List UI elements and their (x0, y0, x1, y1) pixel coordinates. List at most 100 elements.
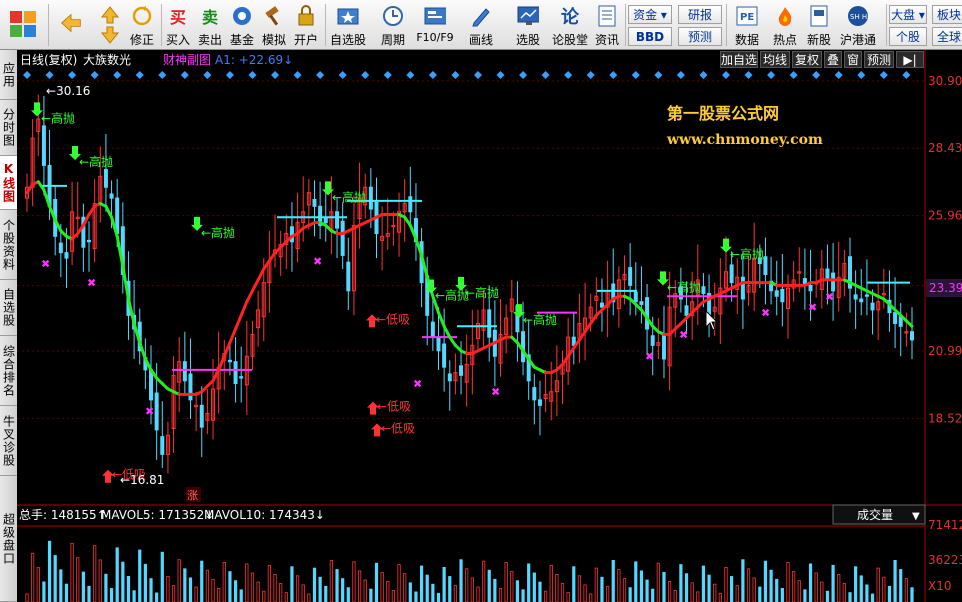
volume-bar (775, 578, 779, 602)
volume-bar (741, 559, 745, 602)
news-button[interactable]: 资讯 (592, 2, 622, 48)
volume-bar (374, 562, 379, 602)
candle-body (160, 436, 165, 455)
candle-body (408, 196, 413, 213)
hot-button[interactable]: 热点 (769, 2, 801, 48)
f10-button[interactable]: F10/F9 (415, 2, 455, 48)
candle-body (628, 267, 633, 286)
adjust-button[interactable]: 复权 (792, 51, 822, 68)
menu-button[interactable] (6, 2, 40, 48)
volume-mavol10: MAVOL10: 174343↓ (204, 508, 325, 522)
volume-indicator-label: 成交量 (857, 507, 893, 522)
window-button[interactable]: 窗 (844, 51, 862, 68)
new-stock-icon (808, 5, 830, 27)
volume-bar (769, 569, 773, 602)
current-price-tag: 23.39 (929, 281, 962, 295)
pen-icon (470, 5, 492, 27)
expand-button[interactable]: ▶| (896, 51, 924, 68)
side-tab-ranking[interactable]: 综合排名 (0, 336, 17, 406)
volume-bar (233, 580, 238, 602)
volume-bar (143, 563, 147, 602)
volume-bar (419, 565, 424, 602)
side-tab-watchlist[interactable]: 自选股 (0, 280, 17, 336)
open-account-button[interactable]: 开户 (292, 2, 320, 48)
buy-button[interactable]: 买 买入 (164, 2, 192, 48)
overlay-button[interactable]: 叠 (824, 51, 842, 68)
magenta-x-marker: ✖ (491, 386, 500, 399)
volume-bar (42, 581, 46, 602)
candle-body (459, 365, 464, 376)
candle-body (870, 302, 875, 311)
candle-body (763, 256, 768, 275)
candle-body (825, 268, 830, 281)
volume-bar (228, 571, 232, 602)
stock-screen-button[interactable]: 选股 (508, 2, 548, 48)
side-tab-diagnosis[interactable]: 牛叉诊股 (0, 406, 17, 476)
candle-body (774, 290, 779, 297)
candle-body (910, 331, 914, 341)
candle-body (633, 291, 638, 303)
buy-signal-label: ←低吸 (377, 400, 411, 414)
candle-body (41, 125, 46, 166)
research-button[interactable]: 研报 (678, 5, 722, 24)
sector-button[interactable]: 板块 (932, 5, 962, 24)
zijin-button[interactable]: 资金 ▾ (628, 5, 672, 24)
side-tab-intraday[interactable]: 分时图 (0, 100, 17, 156)
fix-button[interactable]: 修正 (128, 2, 156, 48)
volume-bar (183, 568, 187, 602)
volume-bar (600, 576, 604, 602)
volume-bar (825, 590, 830, 602)
draw-line-button[interactable]: 画线 (462, 2, 500, 48)
data-button[interactable]: PE 数据 (729, 2, 765, 48)
svg-text:SH HK: SH HK (850, 13, 869, 21)
volume-mavol5: MAVOL5: 171352↓ (101, 508, 214, 522)
sell-signal-label: ←高抛 (465, 285, 499, 300)
volume-bar (87, 585, 91, 602)
predict-button[interactable]: 预测 (864, 51, 894, 68)
back-button[interactable] (55, 2, 87, 48)
single-stock-button[interactable]: 个股 (889, 27, 927, 46)
sell-button[interactable]: 卖 卖出 (196, 2, 224, 48)
candle-body (188, 373, 193, 401)
candle-body (149, 369, 154, 401)
up-down-button[interactable] (96, 2, 124, 48)
candle-body (532, 387, 537, 401)
kline-chart[interactable]: 日线(复权) 大族数光 财神副图 A1: +22.69↓ ←高抛←高抛←高抛←高… (17, 50, 962, 602)
volume-bar (109, 588, 114, 602)
volume-bar (645, 579, 649, 602)
candle-body (893, 312, 898, 325)
global-button[interactable]: 全球 (932, 27, 962, 46)
volume-bar (893, 559, 897, 602)
watchlist-button[interactable]: 自选股 (329, 2, 367, 48)
fund-button[interactable]: 基金 (228, 2, 256, 48)
limit-up-badge: 涨 (187, 489, 198, 502)
candle-body (335, 211, 340, 229)
volume-bar (639, 570, 644, 602)
new-stock-button[interactable]: 新股 (803, 2, 835, 48)
volume-bar (763, 560, 768, 602)
forecast-button[interactable]: 预测 (678, 27, 722, 46)
volume-bar (335, 569, 339, 602)
candle-body (340, 220, 345, 256)
add-watchlist-button[interactable]: 加自选 (720, 51, 758, 68)
svg-text:PE: PE (740, 12, 754, 23)
zijin-label: 资金 (633, 8, 658, 22)
side-tab-orderbook[interactable]: 超级盘口 (0, 476, 17, 602)
data-label: 数据 (734, 33, 759, 47)
index-button[interactable]: 大盘 ▾ (889, 5, 927, 24)
side-tab-apps[interactable]: 应用 (0, 50, 17, 100)
candle-body (312, 198, 317, 207)
simulate-button[interactable]: 模拟 (260, 2, 288, 48)
shhk-button[interactable]: SH HK 沪港通 (838, 2, 878, 48)
volume-tick-high: 71412 (928, 518, 962, 532)
volume-bar (442, 567, 446, 602)
ma-button[interactable]: 均线 (760, 51, 790, 68)
bbd-button[interactable]: BBD (628, 27, 672, 46)
candle-body (436, 336, 441, 352)
side-tab-watchlist-label: 自选股 (1, 288, 16, 327)
period-button[interactable]: 周期 (375, 2, 411, 48)
side-tab-kline[interactable]: K线图 (0, 156, 17, 210)
forum-button[interactable]: 论 论股堂 (552, 2, 588, 48)
candle-body (864, 294, 869, 297)
side-tab-profile[interactable]: 个股资料 (0, 210, 17, 280)
